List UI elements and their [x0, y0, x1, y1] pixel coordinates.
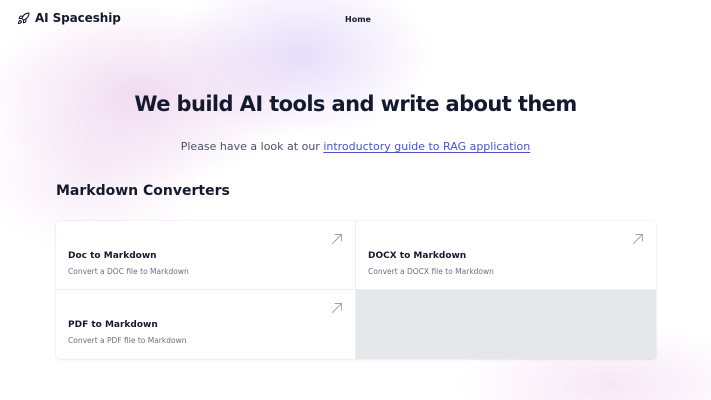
- arrow-up-right-icon: [332, 303, 342, 313]
- card-title: PDF to Markdown: [68, 320, 158, 330]
- card-pdf-to-markdown[interactable]: PDF to Markdown Convert a PDF file to Ma…: [56, 290, 356, 359]
- hero-subtitle-prefix: Please have a look at our: [180, 140, 324, 153]
- card-description: Convert a DOCX file to Markdown: [368, 267, 494, 276]
- logo-text: AI Spaceship: [35, 11, 121, 25]
- hero-subtitle: Please have a look at our introductory g…: [0, 140, 711, 153]
- card-description: Convert a DOC file to Markdown: [68, 267, 189, 276]
- logo-link[interactable]: AI Spaceship: [17, 11, 121, 25]
- rag-guide-link[interactable]: introductory guide to RAG application: [323, 140, 530, 153]
- card-title: DOCX to Markdown: [368, 251, 467, 261]
- card-doc-to-markdown[interactable]: Doc to Markdown Convert a DOC file to Ma…: [56, 221, 356, 290]
- rocket-icon: [17, 12, 30, 24]
- card-description: Convert a PDF file to Markdown: [68, 336, 187, 345]
- card-title: Doc to Markdown: [68, 251, 157, 261]
- hero-title: We build AI tools and write about them: [134, 92, 577, 116]
- section-title: Markdown Converters: [56, 183, 230, 199]
- arrow-up-right-icon: [633, 234, 643, 244]
- arrow-up-right-icon: [332, 234, 342, 244]
- page: AI Spaceship Home We build AI tools and …: [0, 0, 711, 400]
- nav-home-link[interactable]: Home: [345, 15, 371, 24]
- card-docx-to-markdown[interactable]: DOCX to Markdown Convert a DOCX file to …: [356, 221, 656, 290]
- converter-grid: Doc to Markdown Convert a DOC file to Ma…: [56, 221, 656, 359]
- empty-grid-cell: [356, 290, 656, 359]
